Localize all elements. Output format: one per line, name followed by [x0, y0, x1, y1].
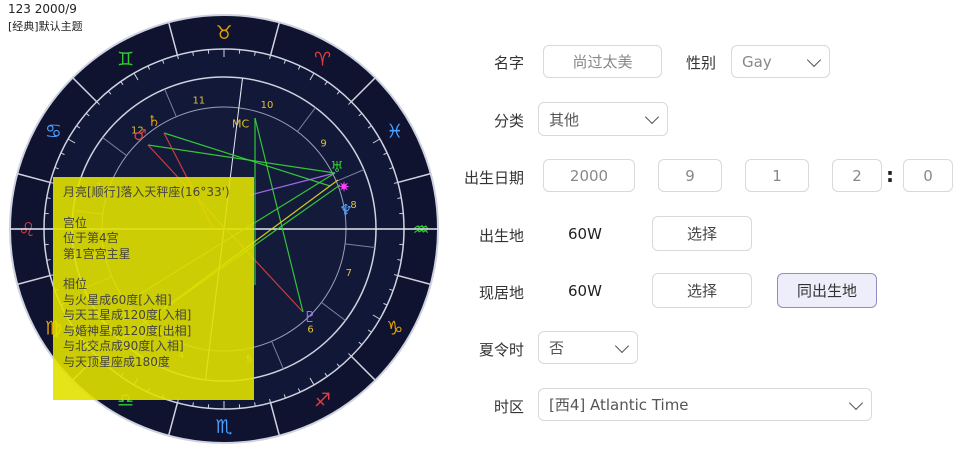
birthplace-value: 60W [568, 225, 602, 243]
zodiac-sign-glyph: ♉ [215, 22, 232, 44]
degree-tick [192, 51, 194, 56]
zodiac-sign-glyph: ♐ [314, 390, 331, 412]
zodiac-sign-glyph: ♊ [117, 48, 134, 70]
timezone-value: [西4] Atlantic Time [549, 396, 689, 414]
residence-label: 现居地 [478, 284, 524, 302]
dst-select[interactable]: 否 [538, 331, 638, 364]
chevron-down-icon [614, 338, 630, 353]
tooltip-aspect-uranus: 与天王星成120度[入相] [63, 308, 192, 322]
planet-info-tooltip: 月亮[顺行]落入天秤座(16°33') 宫位 位于第4宫 第1宫宫主星 相位 与… [53, 177, 254, 400]
time-separator: : [886, 163, 894, 187]
zodiac-sign-glyph: ♈ [314, 48, 331, 70]
day-input[interactable]: 1 [745, 159, 809, 192]
degree-tick [397, 197, 402, 199]
zodiac-sign-glyph: ♑ [386, 318, 403, 340]
planet-glyph: ♆ [339, 201, 352, 219]
category-value: 其他 [549, 110, 580, 129]
month-input[interactable]: 9 [658, 159, 722, 192]
planet-glyph: ♇ [303, 308, 316, 326]
dst-label: 夏令时 [478, 341, 524, 359]
timezone-select[interactable]: [西4] Atlantic Time [538, 388, 872, 421]
degree-tick [397, 259, 402, 261]
chevron-down-icon [806, 52, 822, 67]
gender-value: Gay [742, 52, 772, 71]
chart-title: 123 2000/9 [8, 2, 77, 16]
tooltip-aspect-juno: 与婚神星成120度[出相] [63, 323, 192, 338]
tooltip-aspect-mars: 与火星成60度[入相] [63, 292, 172, 307]
degree-tick [254, 51, 256, 56]
same-as-birthplace-button[interactable]: 同出生地 [777, 273, 877, 308]
tooltip-house-ruler: 第1宫宫主星 [63, 246, 131, 261]
chevron-down-icon [848, 395, 864, 410]
house-number: 9 [320, 138, 326, 149]
minute-input[interactable]: 0 [903, 159, 953, 192]
name-label: 名字 [493, 54, 524, 72]
tooltip-house-heading: 宫位 [63, 215, 88, 230]
mc-label: MC [232, 118, 249, 131]
gender-label: 性别 [685, 54, 716, 72]
planet-glyph: ✷ [338, 178, 351, 196]
planet-glyph: ♄ [147, 112, 160, 130]
degree-tick [192, 402, 194, 407]
planet-glyph: ♅ [330, 158, 343, 176]
degree-tick [46, 259, 51, 261]
house-number: 6 [307, 325, 313, 336]
tooltip-aspect-heading: 相位 [63, 277, 88, 291]
zodiac-sign-glyph: ♓ [386, 121, 403, 143]
hour-input[interactable]: 2 [832, 159, 882, 192]
house-number: 7 [346, 268, 352, 279]
zodiac-sign-glyph: ♋ [45, 121, 62, 143]
birthplace-label: 出生地 [478, 227, 524, 245]
year-input[interactable]: 2000 [543, 159, 635, 192]
residence-value: 60W [568, 282, 602, 300]
tooltip-aspect-mc: 与天顶星座成180度 [63, 354, 170, 369]
residence-select-button[interactable]: 选择 [652, 273, 752, 308]
zodiac-sign-glyph: ♏ [215, 416, 232, 438]
birthplace-select-button[interactable]: 选择 [652, 216, 752, 251]
zodiac-sign-glyph: ♒ [412, 219, 429, 241]
timezone-label: 时区 [493, 398, 524, 416]
zodiac-sign-glyph: ♌ [18, 219, 35, 241]
chevron-down-icon [644, 109, 660, 125]
degree-tick [254, 402, 256, 407]
house-number: 11 [192, 95, 205, 106]
birthdate-label: 出生日期 [463, 169, 524, 187]
category-label: 分类 [493, 112, 524, 130]
tooltip-moon-position: 月亮[顺行]落入天秤座(16°33') [63, 185, 230, 199]
planet-glyph: ♂ [133, 126, 146, 144]
dst-value: 否 [549, 339, 565, 357]
gender-select[interactable]: Gay [731, 45, 830, 78]
degree-tick [46, 197, 51, 199]
tooltip-aspect-node: 与北交点成90度[入相] [63, 339, 184, 353]
theme-label: [经典]默认主题 [8, 20, 83, 33]
tooltip-house-text: 位于第4宫 [63, 231, 119, 245]
category-select[interactable]: 其他 [538, 102, 668, 136]
house-number: 10 [261, 100, 274, 111]
